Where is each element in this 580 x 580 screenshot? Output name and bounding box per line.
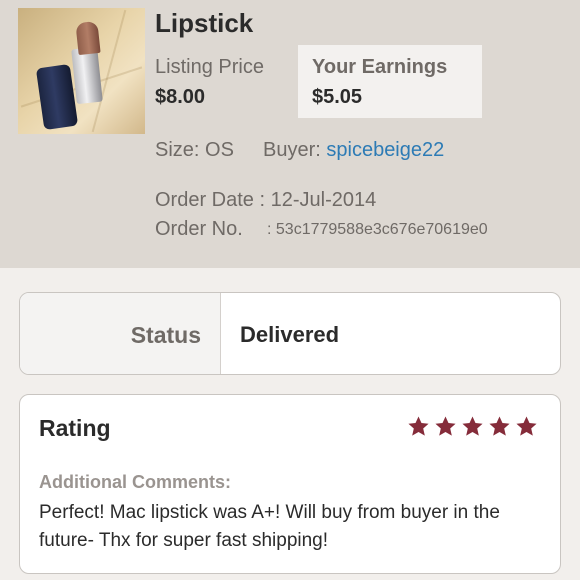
comments-text: Perfect! Mac lipstick was A+! Will buy f… [39,502,500,551]
item-title[interactable]: Lipstick [155,8,253,39]
item-photo[interactable] [18,8,145,134]
order-number-label: Order No. [155,218,243,240]
star-icon [462,416,483,436]
lipstick-base-shape [71,46,103,105]
lipstick-bullet-shape [75,20,101,56]
rating-card: Rating Additional Comments: Perfect! Mac… [19,394,561,574]
listing-price-value: $8.00 [155,86,206,108]
order-number-value: : 53c1779588e3c676e70619e0 [267,221,488,238]
order-date-value: 12-Jul-2014 [270,189,377,211]
star-icon [516,416,537,436]
order-date-label: Order Date : [155,189,266,211]
earnings-box: Your Earnings $5.05 [298,45,482,118]
buyer-link[interactable]: spicebeige22 [326,139,444,161]
status-card: Status Delivered [19,292,561,375]
star-icon [435,416,456,436]
comments-label: Additional Comments: [39,472,231,492]
status-value: Delivered [240,322,340,347]
rating-title: Rating [39,415,111,441]
size-info: Size: OS [155,139,234,162]
listing-price-label: Listing Price [155,56,264,78]
status-label: Status [130,322,201,348]
rating-stars [407,415,538,438]
order-date: Order Date : 12-Jul-2014 [155,189,376,212]
status-label-cell: Status [20,293,221,374]
star-icon [489,416,510,436]
earnings-value: $5.05 [312,86,363,108]
lipstick-cap-shape [35,63,79,131]
buyer-info: Buyer: spicebeige22 [263,139,444,162]
order-summary: Lipstick Listing Price $8.00 Your Earnin… [0,0,580,268]
size-value: OS [205,139,234,161]
star-icon [408,416,429,436]
size-label: Size: [155,139,200,161]
earnings-label: Your Earnings [312,56,448,78]
buyer-label: Buyer: [263,139,321,161]
